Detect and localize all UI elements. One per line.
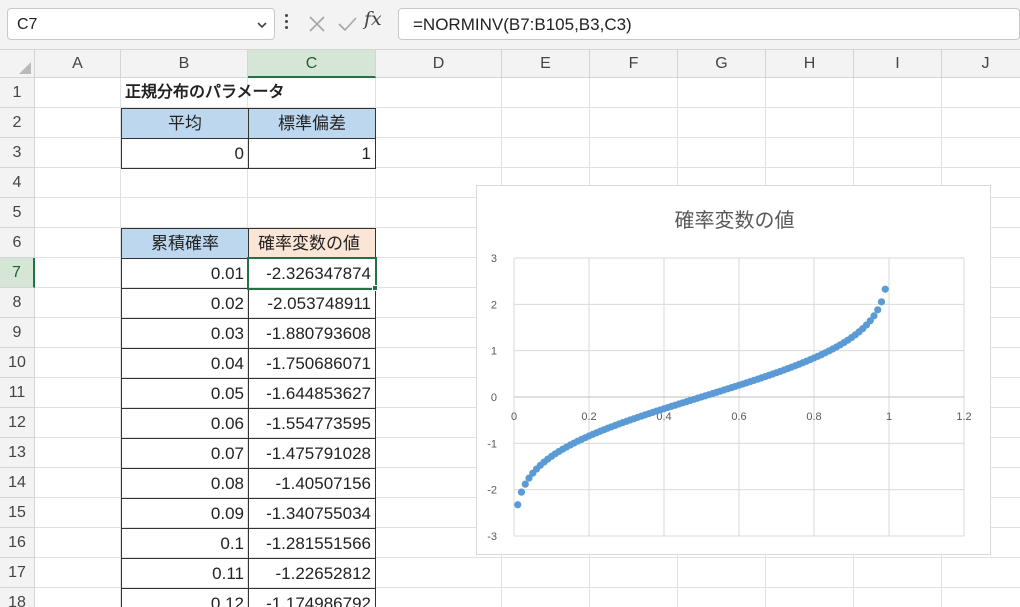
name-box[interactable]: C7 (7, 8, 275, 40)
table-cell-probability[interactable]: 0.08 (121, 468, 249, 499)
column-header-a[interactable]: A (35, 50, 121, 78)
row-header-14[interactable]: 14 (0, 468, 35, 498)
row-header-3[interactable]: 3 (0, 138, 35, 168)
y-tick-label: -1 (487, 438, 497, 450)
select-all-button[interactable] (0, 50, 35, 78)
table-cell-variate[interactable]: -2.326347874 (247, 257, 377, 290)
table-cell-probability[interactable]: 0.01 (121, 258, 249, 289)
table-cell-variate[interactable]: -1.880793608 (248, 318, 376, 349)
column-header-c[interactable]: C (248, 50, 376, 78)
more-options-icon[interactable] (282, 14, 290, 34)
row-header-4[interactable]: 4 (0, 168, 35, 198)
x-tick-label: 0.2 (581, 411, 596, 423)
row-header-2[interactable]: 2 (0, 108, 35, 138)
row-header-7[interactable]: 7 (0, 258, 35, 288)
row-header-17[interactable]: 17 (0, 558, 35, 588)
table-cell-variate[interactable]: -1.475791028 (248, 438, 376, 469)
table-cell-probability[interactable]: 0.03 (121, 318, 249, 349)
table-cell-variate[interactable]: -1.644853627 (248, 378, 376, 409)
row-header-11[interactable]: 11 (0, 378, 35, 408)
column-header-g[interactable]: G (678, 50, 766, 78)
table-cell-probability[interactable]: 0.07 (121, 438, 249, 469)
table-cell-probability[interactable]: 0.05 (121, 378, 249, 409)
table-cell-variate[interactable]: -1.750686071 (248, 348, 376, 379)
row-header-9[interactable]: 9 (0, 318, 35, 348)
row-header-1[interactable]: 1 (0, 78, 35, 108)
param-header-mean[interactable]: 平均 (121, 108, 249, 139)
column-header-i[interactable]: I (854, 50, 942, 78)
data-point (874, 306, 882, 314)
row-header-8[interactable]: 8 (0, 288, 35, 318)
table-cell-probability[interactable]: 0.11 (121, 558, 249, 589)
column-header-e[interactable]: E (502, 50, 590, 78)
y-tick-label: 1 (491, 346, 497, 358)
data-point (521, 480, 529, 488)
table-cell-variate[interactable]: -1.174986792 (248, 588, 376, 607)
table-cell-probability[interactable]: 0.12 (121, 588, 249, 607)
row-header-18[interactable]: 18 (0, 588, 35, 607)
table-cell-variate[interactable]: -1.22652812 (248, 558, 376, 589)
x-tick-label: 0 (511, 411, 517, 423)
x-tick-label: 1.2 (956, 411, 971, 423)
table-cell-variate[interactable]: -1.554773595 (248, 408, 376, 439)
table-cell-probability[interactable]: 0.04 (121, 348, 249, 379)
table-header-probability[interactable]: 累積確率 (121, 228, 249, 259)
scatter-chart[interactable]: 確率変数の値 3 2 1 0 -1 -2 -3 0 0.2 0.4 0.6 0.8 1 1.2 (476, 185, 991, 555)
formula-text: =NORMINV(B7:B105,B3,C3) (413, 15, 632, 34)
data-point (870, 312, 878, 320)
column-header-j[interactable]: J (942, 50, 1020, 78)
column-header-f[interactable]: F (590, 50, 678, 78)
row-header-13[interactable]: 13 (0, 438, 35, 468)
x-tick-label: 0.8 (806, 411, 821, 423)
data-point (517, 488, 526, 496)
y-tick-label: 2 (491, 299, 497, 311)
table-cell-probability[interactable]: 0.09 (121, 498, 249, 529)
table-cell-probability[interactable]: 0.02 (121, 288, 249, 319)
formula-bar: C7 fx =NORMINV(B7:B105,B3,C3) (0, 0, 1020, 50)
table-cell-variate[interactable]: -1.281551566 (248, 528, 376, 559)
table-cell-variate[interactable]: -1.40507156 (248, 468, 376, 499)
chart-plot-area[interactable]: 3210-1-2-30 0.2 0.4 0.6 0.8 1 1.2 (477, 186, 992, 556)
insert-function-button[interactable]: fx (364, 8, 390, 36)
column-header-b[interactable]: B (121, 50, 248, 78)
x-tick-label: 0.6 (731, 411, 746, 423)
row-header-12[interactable]: 12 (0, 408, 35, 438)
column-header-d[interactable]: D (376, 50, 502, 78)
data-point (877, 298, 886, 306)
row-header-10[interactable]: 10 (0, 348, 35, 378)
check-icon[interactable] (335, 12, 359, 36)
y-tick-label: -3 (487, 531, 497, 543)
data-point (881, 285, 889, 293)
table-header-variate[interactable]: 確率変数の値 (248, 228, 376, 259)
table-cell-probability[interactable]: 0.1 (121, 528, 249, 559)
data-point (514, 501, 522, 509)
name-box-value: C7 (17, 16, 38, 33)
row-header-16[interactable]: 16 (0, 528, 35, 558)
y-tick-label: 0 (491, 392, 497, 404)
row-header-6[interactable]: 6 (0, 228, 35, 258)
table-cell-variate[interactable]: -1.340755034 (248, 498, 376, 529)
row-header-5[interactable]: 5 (0, 198, 35, 228)
sheet-title[interactable]: 正規分布のパラメータ (121, 78, 421, 108)
param-value-stdev[interactable]: 1 (248, 138, 376, 169)
x-tick-label: 1 (886, 411, 892, 423)
column-header-h[interactable]: H (766, 50, 854, 78)
table-cell-probability[interactable]: 0.06 (121, 408, 249, 439)
chevron-down-icon[interactable] (256, 19, 268, 31)
fill-handle[interactable] (372, 285, 378, 291)
cancel-icon[interactable] (305, 12, 329, 36)
y-tick-label: -2 (487, 485, 497, 497)
row-header-15[interactable]: 15 (0, 498, 35, 528)
table-cell-variate[interactable]: -2.053748911 (248, 288, 376, 319)
y-tick-label: 3 (491, 253, 497, 265)
formula-input[interactable]: =NORMINV(B7:B105,B3,C3) (398, 8, 1020, 40)
param-value-mean[interactable]: 0 (121, 138, 249, 169)
param-header-stdev[interactable]: 標準偏差 (248, 108, 376, 139)
